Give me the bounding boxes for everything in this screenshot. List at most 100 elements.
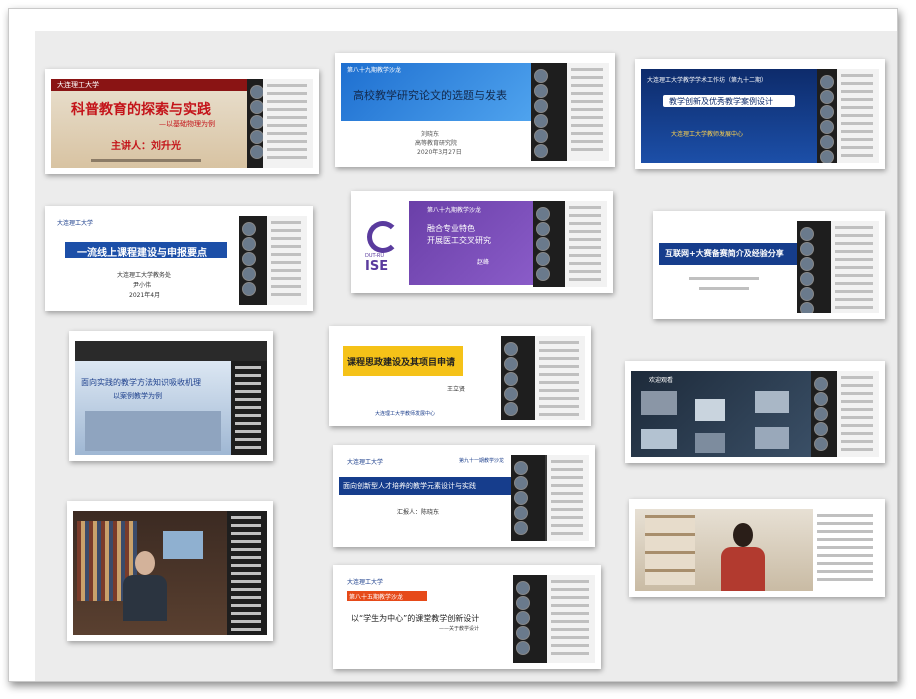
slide-presenter: 赵峰 [477,259,490,266]
slide-header: 第八十五期教学沙龙 [349,594,404,601]
participant-name-line [569,246,601,249]
participant-name-line [271,285,301,288]
slide-title: 教学创新及优秀教学案例设计 [669,97,773,106]
participant-avatar [800,272,814,286]
participant-name-line [271,269,301,272]
participant-avatar [250,100,264,114]
slide-sub1: 刘晓东 [421,131,440,138]
participant-name-line [235,366,261,369]
participant-avatar [516,611,530,625]
participant-name-line [267,132,307,135]
slide-title: 课程思政建设及其项目申请 [347,358,456,368]
participant-avatar [504,387,518,401]
participant-name-line [835,282,873,285]
slide-org: 大连理工大学 [347,579,384,586]
slide-title: 面向创新型人才培养的教学元素设计与实践 [343,482,476,490]
participant-name-line [551,604,589,607]
slide-10: 大连理工大学 第九十一期教学沙龙 面向创新型人才培养的教学元素设计与实践 汇报人… [339,455,511,541]
slide-subtitle: —以基础物理为例 [159,120,215,128]
participant-name-line [271,277,301,280]
participant-avatar [820,90,834,104]
participant-name-line [551,652,589,655]
participant-name-line [267,100,307,103]
slide-org: 大连理工大学 [347,459,384,466]
slide-title: 科普教育的探索与实践 [71,102,211,118]
participant-avatar [514,461,528,475]
screenshot-thumb-13: 大连理工大学 第八十五期教学沙龙 以“学生为中心”的课堂教学创新设计 ——关于教… [333,565,601,669]
participant-avatar [504,372,518,386]
participant-avatar [800,242,814,256]
participant-name-line [841,154,873,157]
participant-name-line [571,100,603,103]
participant-avatar [534,69,548,83]
participant-avatar [516,641,530,655]
participant-name-line [551,484,583,487]
participant-avatar [250,115,264,129]
participant-name-line [817,522,873,525]
participant-name-line [231,548,261,551]
slide-title: 欢迎观看 [649,377,674,384]
screenshot-thumb-8: 课程思政建设及其项目申请 王立贤 大连理工大学教师发展中心 [329,326,591,426]
participant-name-line [267,92,307,95]
screenshot-thumb-3: 大连理工大学教学学术工作坊（第九十二期） 教学创新及优秀教学案例设计 大连理工大… [635,59,885,169]
slide-header: 第八十九期教学沙龙 [427,207,482,214]
participant-name-line [571,140,603,143]
participant-name-line [835,274,873,277]
participant-name-line [841,432,873,435]
slide-9: 欢迎观看 [631,371,811,457]
participant-avatar [820,105,834,119]
participant-name-line [235,446,261,449]
slide-org: 大连理工大学 [57,81,99,89]
participant-avatar [820,135,834,149]
participant-name-line [569,262,601,265]
slide-sub3: 2021年4月 [129,292,161,299]
participant-name-line [569,222,601,225]
participant-name-line [231,596,261,599]
participant-name-line [271,221,301,224]
participant-avatar [516,581,530,595]
participant-avatar [536,222,550,236]
screenshot-thumb-2: 第八十九期教学沙龙 高校教学研究论文的选题与发表 刘晓东 高等教育研究院 202… [335,53,615,167]
participant-avatar [250,85,264,99]
participant-name-line [571,76,603,79]
participant-name-line [235,414,261,417]
participant-name-line [231,556,261,559]
participant-name-line [231,588,261,591]
participant-avatar [514,521,528,535]
participant-name-line [267,108,307,111]
slide-header: 第八十九期教学沙龙 [347,67,402,74]
participant-name-line [841,392,873,395]
participant-name-line [271,245,301,248]
participant-name-line [841,82,873,85]
participant-name-line [551,644,589,647]
participant-avatar [814,377,828,391]
slide-org: 大连理工大学教师发展中心 [375,411,436,417]
participant-name-line [235,398,261,401]
slide-title: 以“学生为中心”的课堂教学创新设计 [351,614,480,623]
slide-header: 第九十一期教学沙龙 [459,458,505,464]
slide-sub: ——关于教学设计 [439,626,480,632]
slide-title-2: 开展医工交叉研究 [427,236,491,245]
participant-avatar [504,357,518,371]
person-silhouette-icon [123,551,167,621]
slide-1: 大连理工大学 科普教育的探索与实践 —以基础物理为例 主讲人：刘升光 [51,79,247,168]
participant-name-line [267,148,307,151]
participant-avatar [250,130,264,144]
participant-name-line [841,384,873,387]
participant-name-line [235,422,261,425]
participant-name-line [551,580,589,583]
participant-name-line [271,253,301,256]
participant-name-line [267,156,307,159]
participant-name-line [551,636,589,639]
participant-avatar [514,506,528,520]
participant-avatar [820,75,834,89]
slide-title: 一流线上课程建设与申报要点 [77,248,207,259]
participant-name-line [569,230,601,233]
participant-name-line [231,532,261,535]
participant-name-line [817,578,873,581]
participant-avatar [242,282,256,296]
slide-org: 大连理工大学 [57,220,94,227]
participant-name-line [835,242,873,245]
participant-avatar [516,596,530,610]
participant-name-line [267,140,307,143]
